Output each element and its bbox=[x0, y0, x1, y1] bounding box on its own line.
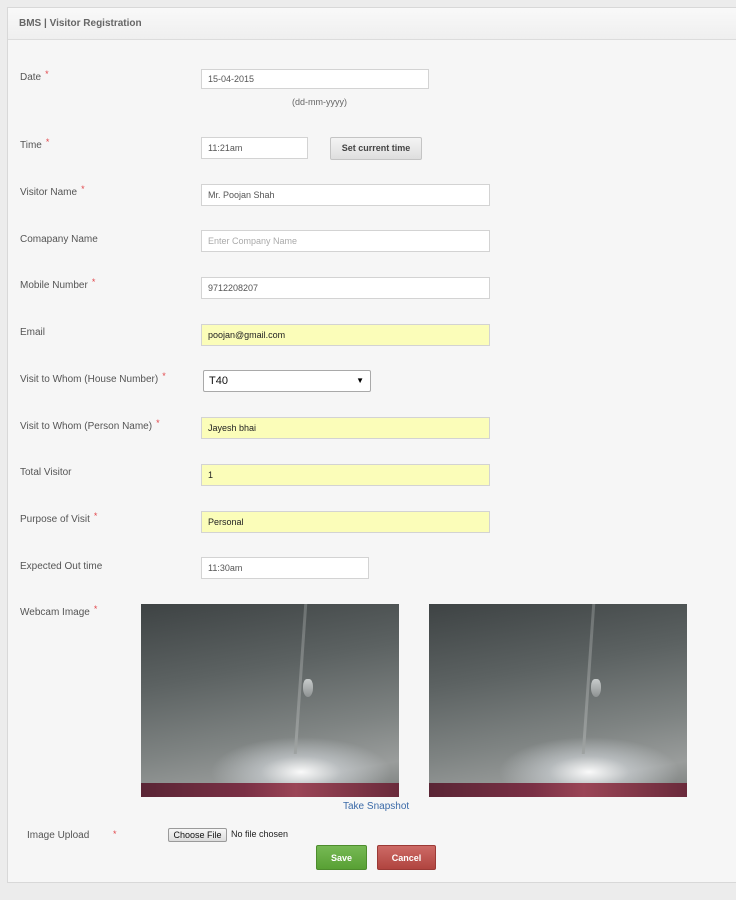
purpose-label-text: Purpose of Visit bbox=[20, 514, 90, 525]
cancel-button[interactable]: Cancel bbox=[377, 845, 436, 870]
required-mark: * bbox=[45, 69, 49, 79]
expected-out-input[interactable] bbox=[201, 557, 369, 579]
purpose-input[interactable] bbox=[201, 511, 490, 533]
expected-out-label: Expected Out time bbox=[20, 561, 103, 572]
purpose-label: Purpose of Visit * bbox=[20, 511, 98, 525]
mobile-number-label: Mobile Number * bbox=[20, 277, 96, 291]
time-label: Time * bbox=[20, 137, 50, 151]
date-input[interactable] bbox=[201, 69, 429, 89]
visitor-name-input[interactable] bbox=[201, 184, 490, 206]
cam-floor bbox=[141, 783, 399, 797]
house-number-label-text: Visit to Whom (House Number) bbox=[20, 374, 159, 385]
registration-panel: BMS | Visitor Registration Date* (dd-mm-… bbox=[7, 7, 736, 883]
cam-fixture bbox=[591, 679, 601, 697]
person-name-input[interactable] bbox=[201, 417, 490, 439]
total-visitor-input[interactable] bbox=[201, 464, 490, 486]
webcam-label-text: Webcam Image bbox=[20, 607, 90, 618]
email-label: Email bbox=[20, 327, 46, 338]
person-name-label-text: Visit to Whom (Person Name) bbox=[20, 421, 153, 432]
required-mark: * bbox=[81, 184, 85, 194]
company-name-input[interactable] bbox=[201, 230, 490, 252]
date-label: Date * bbox=[20, 69, 49, 83]
webcam-snapshot-preview bbox=[429, 604, 687, 797]
time-input[interactable] bbox=[201, 137, 308, 159]
required-mark: * bbox=[45, 137, 50, 147]
mobile-number-input[interactable] bbox=[201, 277, 490, 299]
company-name-label: Comapany Name bbox=[20, 234, 98, 245]
set-current-time-button[interactable]: Set current time bbox=[330, 137, 422, 160]
cam-floor bbox=[429, 783, 687, 797]
page-title: BMS | Visitor Registration bbox=[19, 18, 142, 29]
person-name-label: Visit to Whom (Person Name) * bbox=[20, 418, 160, 432]
take-snapshot-link[interactable]: Take Snapshot bbox=[343, 801, 409, 812]
dropdown-arrow-icon: ▼ bbox=[356, 376, 364, 385]
cam-fixture bbox=[303, 679, 313, 697]
image-upload-label: Image Upload bbox=[27, 830, 90, 841]
file-status: No file chosen bbox=[231, 829, 289, 839]
date-format-hint: (dd-mm-yyyy) bbox=[292, 97, 347, 107]
date-label-text: Date bbox=[20, 72, 42, 83]
required-mark: * bbox=[93, 511, 98, 521]
house-number-label: Visit to Whom (House Number) * bbox=[20, 371, 166, 385]
required-mark: * bbox=[91, 277, 96, 287]
choose-file-button[interactable]: Choose File bbox=[168, 828, 227, 842]
visitor-name-label-text: Visitor Name bbox=[20, 187, 78, 198]
required-mark: * bbox=[156, 418, 160, 428]
required-mark: * bbox=[93, 604, 98, 614]
panel-header: BMS | Visitor Registration bbox=[8, 8, 736, 40]
house-number-select[interactable]: T40 ▼ bbox=[203, 370, 371, 392]
house-number-selected: T40 bbox=[209, 375, 228, 387]
email-input[interactable] bbox=[201, 324, 490, 346]
mobile-number-label-text: Mobile Number bbox=[20, 280, 88, 291]
save-button[interactable]: Save bbox=[316, 845, 367, 870]
time-label-text: Time bbox=[20, 140, 42, 151]
webcam-live-view bbox=[141, 604, 399, 797]
required-mark: * bbox=[113, 829, 117, 839]
required-mark: * bbox=[162, 371, 166, 381]
total-visitor-label: Total Visitor bbox=[20, 467, 72, 478]
visitor-name-label: Visitor Name * bbox=[20, 184, 85, 198]
webcam-label: Webcam Image * bbox=[20, 604, 98, 618]
